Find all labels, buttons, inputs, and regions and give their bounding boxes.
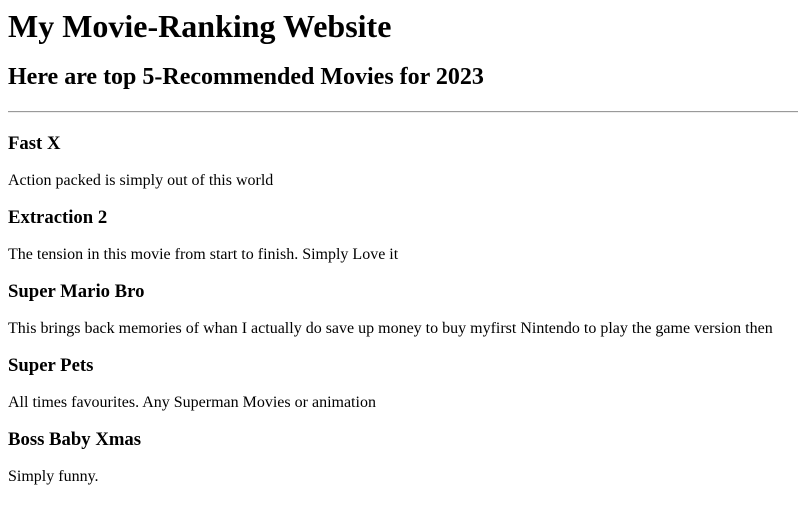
movie-title: Super Mario Bro xyxy=(8,281,145,302)
movie-description: Simply funny. xyxy=(8,468,99,485)
movie-description: The tension in this movie from start to … xyxy=(8,246,399,263)
page-subtitle: Here are top 5-Recommended Movies for 20… xyxy=(8,64,484,90)
movie-list: Fast X Action packed is simply out of th… xyxy=(8,133,798,486)
movie-description: Action packed is simply out of this worl… xyxy=(8,172,274,189)
movie-description: All times favourites. Any Superman Movie… xyxy=(8,394,376,411)
movie-title: Fast X xyxy=(8,133,61,154)
movie-item: Boss Baby Xmas Simply funny. xyxy=(8,429,798,486)
movie-item: Fast X Action packed is simply out of th… xyxy=(8,133,798,190)
horizontal-divider xyxy=(8,111,798,113)
movie-title: Super Pets xyxy=(8,355,94,376)
page: My Movie-Ranking Website Here are top 5-… xyxy=(0,0,798,486)
movie-title: Extraction 2 xyxy=(8,207,108,228)
movie-item: Extraction 2 The tension in this movie f… xyxy=(8,207,798,264)
movie-item: Super Pets All times favourites. Any Sup… xyxy=(8,355,798,412)
movie-item: Super Mario Bro This brings back memorie… xyxy=(8,281,798,338)
movie-title: Boss Baby Xmas xyxy=(8,429,142,450)
page-title: My Movie-Ranking Website xyxy=(8,8,392,44)
movie-description: This brings back memories of whan I actu… xyxy=(8,320,773,337)
